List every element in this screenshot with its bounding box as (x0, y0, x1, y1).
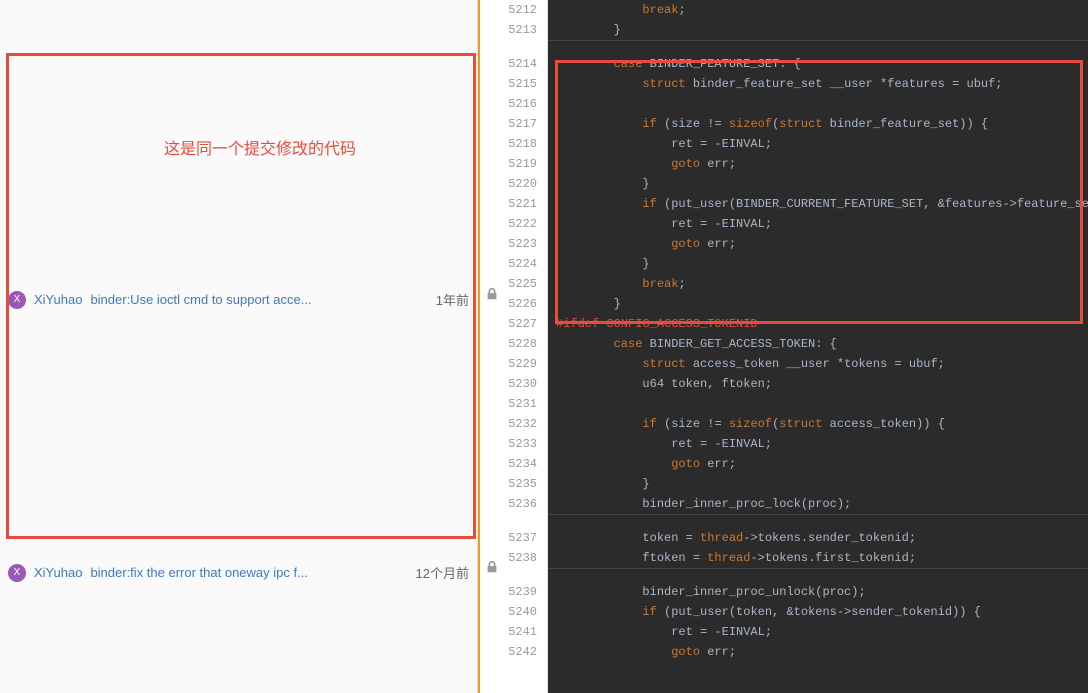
split-divider (478, 0, 480, 693)
commit-message[interactable]: binder:Use ioctl cmd to support acce... (90, 292, 427, 307)
code-line[interactable]: u64 token, ftoken; (548, 374, 1088, 394)
code-line[interactable] (548, 94, 1088, 114)
line-number[interactable]: 5220 (478, 174, 537, 194)
code-line[interactable]: } (548, 20, 1088, 40)
code-line[interactable]: goto err; (548, 234, 1088, 254)
commit-row[interactable]: X XiYuhao binder:fix the error that onew… (0, 559, 477, 586)
commit-message[interactable]: binder:fix the error that oneway ipc f..… (90, 565, 407, 580)
code-line[interactable]: if (size != sizeof(struct access_token))… (548, 414, 1088, 434)
code-line[interactable]: ret = -EINVAL; (548, 434, 1088, 454)
code-line[interactable]: break; (548, 0, 1088, 20)
commit-time: 1年前 (436, 290, 469, 309)
line-number[interactable]: 5228 (478, 334, 537, 354)
line-number[interactable]: 5223 (478, 234, 537, 254)
line-number[interactable]: 5218 (478, 134, 537, 154)
code-line[interactable]: ret = -EINVAL; (548, 134, 1088, 154)
line-number[interactable]: 5242 (478, 642, 537, 662)
avatar: X (8, 564, 26, 582)
code-line[interactable]: if (put_user(token, &tokens->sender_toke… (548, 602, 1088, 622)
code-view[interactable]: break; } case BINDER_FEATURE_SET: { stru… (548, 0, 1088, 693)
line-number[interactable]: 5227 (478, 314, 537, 334)
lock-icon (485, 287, 1082, 304)
code-line[interactable]: binder_inner_proc_unlock(proc); (548, 582, 1088, 602)
line-number[interactable]: 5231 (478, 394, 537, 414)
line-number[interactable]: 5221 (478, 194, 537, 214)
code-line[interactable]: } (548, 254, 1088, 274)
line-number[interactable]: 5224 (478, 254, 537, 274)
code-line[interactable]: if (put_user(BINDER_CURRENT_FEATURE_SET,… (548, 194, 1088, 214)
line-number[interactable]: 5236 (478, 494, 537, 514)
line-number[interactable]: 5213 (478, 20, 537, 40)
line-number[interactable]: 5235 (478, 474, 537, 494)
commit-author[interactable]: XiYuhao (34, 292, 82, 307)
code-line[interactable]: goto err; (548, 154, 1088, 174)
blame-panel: 这是同一个提交修改的代码 X XiYuhao binder:Use ioctl … (0, 0, 478, 693)
line-number[interactable]: 5229 (478, 354, 537, 374)
line-number-gutter: 52125213 52145215521652175218521952205221… (478, 0, 548, 693)
code-line[interactable]: if (size != sizeof(struct binder_feature… (548, 114, 1088, 134)
code-line[interactable]: ret = -EINVAL; (548, 214, 1088, 234)
commit-row[interactable]: X XiYuhao binder:Use ioctl cmd to suppor… (0, 286, 477, 313)
commit-author[interactable]: XiYuhao (34, 565, 82, 580)
code-line[interactable]: } (548, 474, 1088, 494)
line-number[interactable]: 5240 (478, 602, 537, 622)
code-line[interactable]: struct binder_feature_set __user *featur… (548, 74, 1088, 94)
line-number[interactable]: 5232 (478, 414, 537, 434)
line-number[interactable]: 5222 (478, 214, 537, 234)
line-number[interactable]: 5234 (478, 454, 537, 474)
line-number[interactable]: 5219 (478, 154, 537, 174)
code-line[interactable]: goto err; (548, 454, 1088, 474)
code-line[interactable]: case BINDER_GET_ACCESS_TOKEN: { (548, 334, 1088, 354)
line-number[interactable]: 5241 (478, 622, 537, 642)
line-number[interactable]: 5237 (478, 528, 537, 548)
line-number[interactable]: 5212 (478, 0, 537, 20)
code-line[interactable]: binder_inner_proc_lock(proc); (548, 494, 1088, 514)
line-number[interactable]: 5230 (478, 374, 537, 394)
line-number[interactable]: 5216 (478, 94, 537, 114)
code-line[interactable] (548, 394, 1088, 414)
line-number[interactable]: 5215 (478, 74, 537, 94)
line-number[interactable]: 5233 (478, 434, 537, 454)
line-number[interactable]: 5239 (478, 582, 537, 602)
code-line[interactable]: token = thread->tokens.sender_tokenid; (548, 528, 1088, 548)
code-line[interactable]: goto err; (548, 642, 1088, 662)
avatar: X (8, 291, 26, 309)
annotation-label: 这是同一个提交修改的代码 (164, 135, 356, 159)
code-line[interactable]: ret = -EINVAL; (548, 622, 1088, 642)
code-line[interactable]: #ifdef CONFIG_ACCESS_TOKENID (548, 314, 1088, 334)
commit-time: 12个月前 (416, 563, 469, 582)
code-line[interactable]: case BINDER_FEATURE_SET: { (548, 54, 1088, 74)
code-line[interactable]: struct access_token __user *tokens = ubu… (548, 354, 1088, 374)
line-number[interactable]: 5217 (478, 114, 537, 134)
line-number[interactable]: 5214 (478, 54, 537, 74)
code-line[interactable]: } (548, 174, 1088, 194)
lock-icon (485, 560, 1082, 577)
